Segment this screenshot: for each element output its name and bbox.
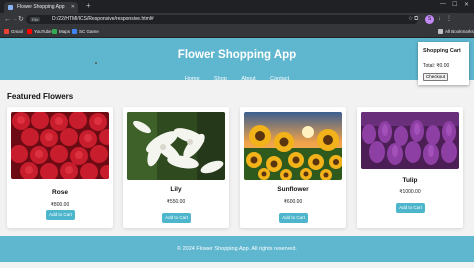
product-card-rose: Rose ₹800.00 Add to Cart [7,107,113,228]
site-title: Flower Shopping App [177,49,297,61]
url-text[interactable]: D:/22/HTMl/ICS/Responsive/responsive.htm… [52,15,154,24]
nav-shop[interactable]: Shop [214,76,227,82]
browser-toolbar: ← → ↻ File D:/22/HTMl/ICS/Responsive/res… [0,13,474,26]
nav-home[interactable]: Home [185,76,200,82]
bookmarks-bar: Gmail YouTube Maps SC Game All Bookmarks [0,26,474,38]
bookmark-star-icon[interactable]: ☆ [408,15,413,24]
reload-icon[interactable]: ↻ [18,14,24,25]
add-to-cart-button[interactable]: Add to Cart [162,213,191,223]
bookmark-maps[interactable]: Maps [52,26,70,37]
site-footer: © 2024 Flower Shopping App. All rights r… [0,236,474,262]
product-price: ₹550.00 [166,199,186,205]
add-to-cart-button[interactable]: Add to Cart [279,213,308,223]
address-bar[interactable]: File D:/22/HTMl/ICS/Responsive/responsiv… [26,15,418,24]
product-name: Tulip [402,177,418,184]
nav-about[interactable]: About [241,76,255,82]
checkout-button[interactable]: Checkout [423,73,449,81]
add-to-cart-button[interactable]: Add to Cart [396,203,425,213]
tab-close-icon[interactable]: ✕ [71,2,75,13]
product-name: Sunflower [277,186,309,193]
site-header: Flower Shopping App Home Shop About Cont… [0,38,474,82]
folder-icon [438,29,443,35]
maps-icon [52,29,57,35]
gmail-icon [4,29,9,35]
product-price: ₹1000.00 [399,189,421,195]
extensions-icon[interactable]: ⧉ [414,15,418,24]
product-name: Lily [170,186,182,193]
lily-image [127,112,225,180]
profile-avatar[interactable]: S [425,15,434,24]
all-bookmarks[interactable]: All Bookmarks [438,26,474,37]
nav-contact[interactable]: Contact [270,76,289,82]
tab-title: Flower Shopping App [17,4,65,10]
back-icon[interactable]: ← [4,14,11,25]
product-name: Rose [52,189,68,196]
footer-text: © 2024 Flower Shopping App. All rights r… [177,246,297,252]
bookmark-gmail[interactable]: Gmail [4,26,23,37]
browser-tab[interactable]: Flower Shopping App ✕ [4,2,78,13]
mouse-cursor [95,62,97,64]
product-price: ₹800.00 [50,202,70,208]
maximize-icon[interactable]: ☐ [452,1,457,8]
bookmark-youtube[interactable]: YouTube [27,26,52,37]
menu-icon[interactable]: ⋮ [446,15,452,24]
add-to-cart-button[interactable]: Add to Cart [46,210,75,220]
sc-game-icon [72,29,77,35]
product-price: ₹600.00 [283,199,303,205]
product-card-sunflower: Sunflower ₹600.00 Add to Cart [240,107,346,228]
section-title: Featured Flowers [7,92,74,101]
bookmark-sc-game[interactable]: SC Game [72,26,99,37]
close-window-icon[interactable]: ✕ [464,1,469,8]
cart-total: Total: ₹0.00 [423,63,450,69]
product-card-tulip: Tulip ₹1000.00 Add to Cart [357,107,463,228]
sunflower-image [244,112,342,180]
file-chip: File [30,17,41,22]
minimize-icon[interactable]: — [440,1,446,7]
tab-favicon-icon [8,5,13,10]
rose-image [11,112,109,179]
product-card-lily: Lily ₹550.00 Add to Cart [123,107,229,228]
shopping-cart-panel: Shopping Cart Total: ₹0.00 Checkout [418,42,469,85]
tulip-image [361,112,459,169]
youtube-icon [27,29,32,35]
download-icon[interactable]: ↓ [438,15,441,24]
forward-icon[interactable]: → [11,14,18,25]
new-tab-icon[interactable]: + [86,1,91,10]
browser-tab-bar: Flower Shopping App ✕ + — ☐ ✕ [0,0,474,13]
cart-title: Shopping Cart [423,48,461,54]
main-nav: Home Shop About Contact [0,67,474,85]
